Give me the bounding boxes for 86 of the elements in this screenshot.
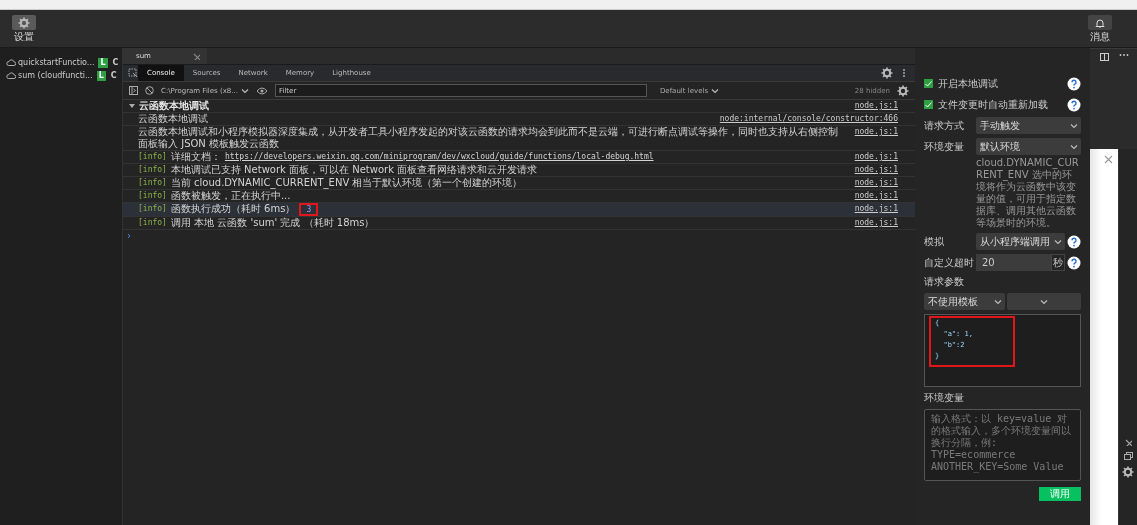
expand-icon[interactable] (129, 103, 135, 109)
select-field[interactable]: 默认环境 (976, 138, 1081, 155)
source-link[interactable]: node.js:1 (854, 203, 898, 215)
help-icon[interactable] (1067, 97, 1081, 112)
section-label: 环境变量 (924, 391, 965, 405)
more-icon[interactable] (1119, 53, 1129, 57)
log-message: 详细文档： (170, 151, 221, 163)
close-icon[interactable] (193, 52, 200, 60)
source-link[interactable]: node.js:1 (854, 164, 898, 176)
close-icon[interactable] (1124, 439, 1132, 446)
info-tag: [info] (138, 151, 167, 163)
timeout-field[interactable]: 20 (976, 254, 1051, 271)
caret-icon (994, 298, 1002, 305)
log-message: 函数被触发，正在执行中... (170, 190, 291, 202)
caret-icon (1070, 143, 1078, 150)
checkbox[interactable] (924, 100, 933, 109)
source-link[interactable]: node.js:1 (854, 190, 898, 202)
info-tag: [info] (138, 203, 167, 216)
source-link[interactable]: node.js:1 (854, 126, 898, 138)
help-icon[interactable] (1067, 76, 1081, 91)
settings-icon[interactable] (897, 84, 909, 97)
split-icon[interactable] (1100, 53, 1109, 61)
source-link[interactable]: node.js:1 (854, 100, 898, 112)
source-link[interactable]: node.js:1 (854, 177, 898, 189)
function-item[interactable]: sum (cloudfuncti... L C (0, 69, 122, 82)
settings-icon (18, 16, 30, 29)
section-label: 请求参数 (924, 275, 965, 289)
source-link[interactable]: node:internal/console/constructor:466 (719, 113, 898, 125)
clear-icon[interactable] (145, 86, 154, 95)
help-icon[interactable] (1067, 234, 1081, 249)
caret-icon (1040, 298, 1048, 305)
settings-icon[interactable] (1122, 466, 1134, 478)
caret-icon (240, 87, 249, 94)
log-message: 函数执行成功（耗时 6ms） (170, 203, 296, 216)
log-message: 云函数本地调试 (138, 113, 208, 125)
eye-icon[interactable] (255, 86, 268, 95)
select-field[interactable]: 从小程序端调用 (976, 233, 1065, 250)
checkbox-label: 开启本地调试 (938, 76, 999, 91)
info-tag: [info] (138, 190, 167, 202)
field-label: 请求方式 (924, 118, 965, 133)
sidebar-toggle-icon[interactable] (129, 86, 138, 95)
bell-icon (1095, 17, 1105, 28)
checkbox-label: 文件变更时自动重新加载 (938, 97, 1049, 112)
check-icon (925, 80, 932, 87)
log-message: 云函数本地调试和小程序模拟器深度集成，从开发者工具小程序发起的对该云函数的请求均会到此而不是云端，可进行断点调试等操作，同时也支持从右侧控制面板输入 JSON 模板触发云函数 (138, 126, 839, 150)
close-icon[interactable] (1104, 155, 1113, 164)
field-label: 模拟 (924, 234, 945, 249)
action-label[interactable]: C (110, 70, 117, 81)
local-badge: L (98, 57, 108, 68)
action-label[interactable]: C (112, 57, 119, 68)
checkbox[interactable] (924, 79, 933, 88)
window-icon[interactable] (1123, 452, 1133, 460)
field-label: 自定义超时 (924, 255, 975, 270)
info-tag: [info] (138, 177, 167, 189)
info-tag: [info] (138, 217, 167, 229)
log-message: 调用 本地 云函数 'sum' 完成 （耗时 18ms） (170, 217, 375, 229)
function-name: sum (cloudfuncti... (18, 70, 93, 81)
messages-label: 消息 (1090, 31, 1110, 42)
result-value: 3 (299, 203, 319, 216)
field-note: cloud.DYNAMIC_CURRENT_ENV 选中的环境将作为云函数中该变量的值，可用于指定数据库、调用其他云函数等场景时的环境。 (976, 157, 1080, 229)
caret-icon (1054, 238, 1062, 245)
info-tag: [info] (138, 164, 167, 176)
help-icon[interactable] (1067, 255, 1081, 270)
field-label: 环境变量 (924, 139, 965, 154)
function-name: quickstartFunctio... (18, 57, 95, 68)
check-icon (925, 101, 932, 108)
inspect-icon[interactable] (128, 68, 138, 78)
group-title: 云函数本地调试 (139, 100, 209, 112)
source-link[interactable]: node.js:1 (854, 151, 898, 163)
log-message: 本地调试已支持 Network 面板，可以在 Network 面板查看网络请求和云开发请求 (170, 164, 538, 176)
template-select[interactable]: 不使用模板 (924, 293, 1005, 310)
settings-icon[interactable] (881, 67, 893, 79)
caret-icon (711, 87, 720, 94)
env-vars-field[interactable]: 输入格式：以 key=value 对的格式输入，多个环境变量间以换行分隔，例: TYPE=ecommerce ANOTHER_KEY=Some Value (924, 409, 1081, 481)
settings-label: 设置 (14, 31, 34, 42)
console-prompt: › (126, 230, 131, 241)
select-field[interactable]: 手动触发 (976, 117, 1081, 134)
local-badge: L (96, 70, 106, 81)
settings-button[interactable] (12, 15, 36, 30)
function-item[interactable]: quickstartFunctio... L C (0, 56, 122, 69)
unit-label: 秒 (1051, 254, 1065, 271)
caret-icon (1070, 122, 1078, 129)
notifications-button[interactable] (1088, 15, 1112, 30)
log-message: 当前 cloud.DYNAMIC_CURRENT_ENV 相当于默认环境（第一个创建的环境） (170, 177, 523, 189)
source-link[interactable]: node.js:1 (854, 217, 898, 229)
docs-link[interactable]: https://developers.weixin.qq.com/miniprogram/dev/wxcloud/guide/functions/local-debug.html (224, 151, 654, 163)
